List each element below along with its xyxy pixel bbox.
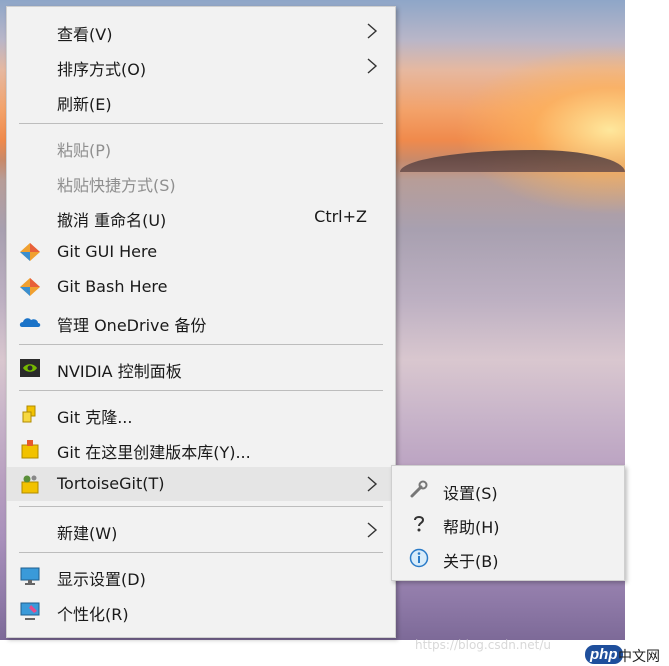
tortoisegit-icon (21, 475, 39, 494)
display-settings-icon (20, 567, 40, 585)
menu-separator (19, 390, 383, 391)
menu-item-label: Git 在这里创建版本库(Y)... (57, 443, 251, 462)
menu-item-label: NVIDIA 控制面板 (57, 362, 182, 381)
personalize-icon (20, 602, 40, 620)
menu-item-label: 管理 OneDrive 备份 (57, 316, 207, 335)
menu-item-git-bash-here[interactable]: Git Bash Here (7, 270, 395, 304)
menu-item-shortcut: Ctrl+Z (314, 207, 367, 226)
menu-item-git-create-repo[interactable]: Git 在这里创建版本库(Y)... (7, 432, 395, 466)
submenu-item-settings[interactable]: 设置(S) (392, 473, 624, 507)
git-create-repo-icon (21, 440, 39, 459)
menu-item-label: 排序方式(O) (57, 60, 147, 79)
wrench-icon (410, 480, 428, 498)
submenu-item-label: 设置(S) (443, 484, 498, 503)
nvidia-icon (20, 359, 40, 377)
menu-item-label: 撤消 重命名(U) (57, 211, 167, 230)
help-icon (414, 516, 425, 532)
git-diamond-icon (20, 243, 40, 261)
menu-item-label: 刷新(E) (57, 95, 112, 114)
menu-item-label: 个性化(R) (57, 605, 129, 624)
chevron-right-icon (367, 476, 378, 492)
desktop-context-menu: 查看(V) 排序方式(O) 刷新(E) 粘贴(P) 粘贴快捷方式(S) 撤消 重… (6, 6, 396, 638)
menu-separator (19, 344, 383, 345)
menu-item-label: 显示设置(D) (57, 570, 146, 589)
menu-item-undo-rename[interactable]: 撤消 重命名(U) Ctrl+Z (7, 200, 395, 234)
menu-item-label: 新建(W) (57, 524, 118, 543)
menu-item-label: 粘贴快捷方式(S) (57, 176, 176, 195)
menu-item-label: TortoiseGit(T) (57, 474, 165, 493)
menu-item-label: Git 克隆... (57, 408, 133, 427)
menu-item-refresh[interactable]: 刷新(E) (7, 84, 395, 118)
menu-item-label: 粘贴(P) (57, 141, 112, 160)
menu-item-new[interactable]: 新建(W) (7, 513, 395, 547)
menu-item-sort-by[interactable]: 排序方式(O) (7, 49, 395, 83)
menu-item-git-gui-here[interactable]: Git GUI Here (7, 235, 395, 269)
chevron-right-icon (367, 23, 378, 39)
menu-item-label: Git Bash Here (57, 277, 168, 296)
menu-separator (19, 123, 383, 124)
menu-item-manage-onedrive-backup[interactable]: 管理 OneDrive 备份 (7, 305, 395, 339)
menu-item-label: Git GUI Here (57, 242, 158, 261)
watermark-logo: php (585, 645, 623, 664)
menu-item-paste[interactable]: 粘贴(P) (7, 130, 395, 164)
menu-item-display-settings[interactable]: 显示设置(D) (7, 559, 395, 593)
git-diamond-icon (20, 278, 40, 296)
tortoisegit-submenu: 设置(S) 帮助(H) 关于(B) (391, 465, 625, 581)
chevron-right-icon (367, 58, 378, 74)
onedrive-cloud-icon (19, 318, 41, 327)
submenu-item-about[interactable]: 关于(B) (392, 541, 624, 575)
submenu-item-help[interactable]: 帮助(H) (392, 507, 624, 541)
menu-separator (19, 552, 383, 553)
submenu-item-label: 帮助(H) (443, 518, 500, 537)
menu-item-personalize[interactable]: 个性化(R) (7, 594, 395, 628)
menu-item-view[interactable]: 查看(V) (7, 14, 395, 48)
menu-item-paste-shortcut[interactable]: 粘贴快捷方式(S) (7, 165, 395, 199)
watermark-logo-text: 中文网 (618, 649, 660, 665)
menu-item-tortoisegit[interactable]: TortoiseGit(T) (7, 467, 395, 501)
chevron-right-icon (367, 522, 378, 538)
menu-item-nvidia-control-panel[interactable]: NVIDIA 控制面板 (7, 351, 395, 385)
info-icon (409, 548, 429, 568)
git-clone-icon (22, 405, 36, 423)
menu-item-label: 查看(V) (57, 25, 113, 44)
submenu-item-label: 关于(B) (443, 552, 499, 571)
watermark-text: https://blog.csdn.net/u (415, 638, 551, 652)
menu-item-git-clone[interactable]: Git 克隆... (7, 397, 395, 431)
menu-separator (19, 506, 383, 507)
